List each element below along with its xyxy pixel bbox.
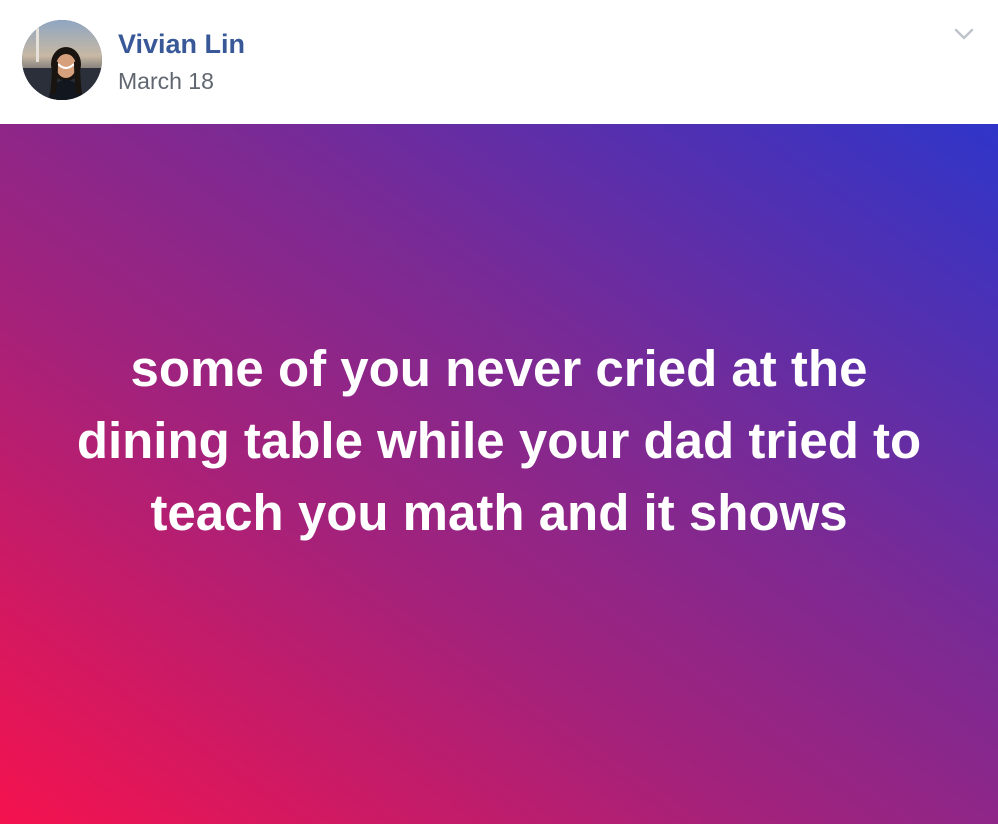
post-header: Vivian Lin March 18 bbox=[0, 0, 998, 124]
post-card: Vivian Lin March 18 some of you never cr… bbox=[0, 0, 998, 824]
avatar-photo bbox=[22, 20, 102, 100]
status-background: some of you never cried at the dining ta… bbox=[0, 124, 998, 824]
chevron-down-icon bbox=[954, 28, 974, 40]
status-text: some of you never cried at the dining ta… bbox=[76, 340, 922, 541]
post-options-button[interactable] bbox=[950, 22, 978, 46]
author-avatar[interactable] bbox=[22, 20, 102, 100]
post-timestamp[interactable]: March 18 bbox=[118, 66, 214, 96]
author-name[interactable]: Vivian Lin bbox=[118, 28, 245, 60]
